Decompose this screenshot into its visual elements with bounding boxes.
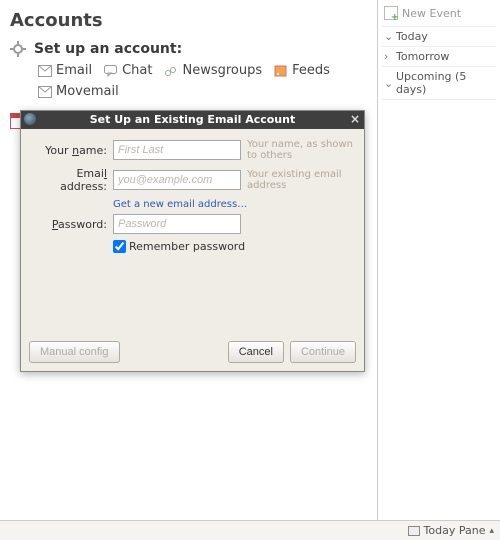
sidebar-section-upcoming[interactable]: ⌄ Upcoming (5 days) xyxy=(382,67,496,100)
app-icon xyxy=(24,113,36,125)
name-label: Your name: xyxy=(29,144,107,157)
today-pane-label[interactable]: Today Pane xyxy=(424,524,486,537)
account-type-newsgroups[interactable]: Newsgroups xyxy=(164,63,262,78)
envelope-icon xyxy=(38,65,52,77)
envelope-icon xyxy=(38,86,52,98)
today-pane-icon[interactable] xyxy=(408,526,420,536)
new-event-icon xyxy=(384,6,398,20)
chevron-down-icon: ⌄ xyxy=(384,30,392,43)
get-new-email-link[interactable]: Get a new email address… xyxy=(113,199,247,210)
email-row: Email address: Your existing email addre… xyxy=(29,167,356,193)
account-type-row-1: Email Chat Newsgroups Feeds xyxy=(38,63,367,78)
chat-bubble-icon xyxy=(104,65,118,77)
dialog-titlebar[interactable]: Set Up an Existing Email Account × xyxy=(21,111,364,129)
email-setup-dialog: Set Up an Existing Email Account × Your … xyxy=(20,110,365,372)
setup-account-row: Set up an account: xyxy=(10,41,367,57)
rss-feed-icon xyxy=(274,65,288,77)
status-bar: Today Pane ▴ xyxy=(0,520,500,540)
chevron-right-icon: › xyxy=(384,50,392,63)
remember-password-row: Remember password xyxy=(113,240,356,253)
account-type-label: Chat xyxy=(122,63,152,78)
manual-config-button[interactable]: Manual config xyxy=(29,341,120,363)
close-icon[interactable]: × xyxy=(350,112,360,126)
events-sidebar: New Event ⌄ Today › Tomorrow ⌄ Upcoming … xyxy=(378,0,500,520)
remember-password-checkbox[interactable] xyxy=(113,240,126,253)
password-row: Password: xyxy=(29,214,356,234)
name-input[interactable] xyxy=(113,140,241,160)
new-event-button[interactable]: New Event xyxy=(382,4,496,27)
get-new-email-row: Get a new email address… xyxy=(113,199,356,210)
chevron-down-icon: ⌄ xyxy=(384,77,392,90)
account-type-row-2: Movemail xyxy=(38,84,367,99)
account-type-label: Newsgroups xyxy=(182,63,262,78)
name-hint: Your name, as shown to others xyxy=(247,139,356,161)
setup-account-label: Set up an account: xyxy=(34,41,182,57)
dialog-title-text: Set Up an Existing Email Account xyxy=(90,113,295,126)
sidebar-section-label: Today xyxy=(396,30,428,43)
dialog-body: Your name: Your name, as shown to others… xyxy=(21,129,364,333)
email-label: Email address: xyxy=(29,167,107,193)
sidebar-section-today[interactable]: ⌄ Today xyxy=(382,27,496,47)
account-type-feeds[interactable]: Feeds xyxy=(274,63,330,78)
password-input[interactable] xyxy=(113,214,241,234)
dialog-button-bar: Manual config Cancel Continue xyxy=(21,333,364,371)
accounts-heading: Accounts xyxy=(10,10,367,31)
account-type-label: Email xyxy=(56,63,92,78)
sidebar-section-tomorrow[interactable]: › Tomorrow xyxy=(382,47,496,67)
remember-password-label[interactable]: Remember password xyxy=(129,240,245,253)
email-hint: Your existing email address xyxy=(247,169,356,191)
sidebar-section-label: Upcoming (5 days) xyxy=(396,70,494,96)
email-input[interactable] xyxy=(113,170,241,190)
dropdown-triangle-icon[interactable]: ▴ xyxy=(489,526,494,536)
name-row: Your name: Your name, as shown to others xyxy=(29,139,356,161)
new-event-label: New Event xyxy=(402,7,461,20)
sidebar-section-label: Tomorrow xyxy=(396,50,449,63)
account-type-movemail[interactable]: Movemail xyxy=(38,84,119,99)
account-type-label: Feeds xyxy=(292,63,330,78)
gear-icon xyxy=(10,41,26,57)
password-label: Password: xyxy=(29,218,107,231)
account-type-chat[interactable]: Chat xyxy=(104,63,152,78)
continue-button[interactable]: Continue xyxy=(290,341,356,363)
button-spacer xyxy=(126,341,222,363)
account-type-email[interactable]: Email xyxy=(38,63,92,78)
cancel-button[interactable]: Cancel xyxy=(228,341,284,363)
newsgroups-icon xyxy=(164,65,178,77)
account-type-label: Movemail xyxy=(56,84,119,99)
